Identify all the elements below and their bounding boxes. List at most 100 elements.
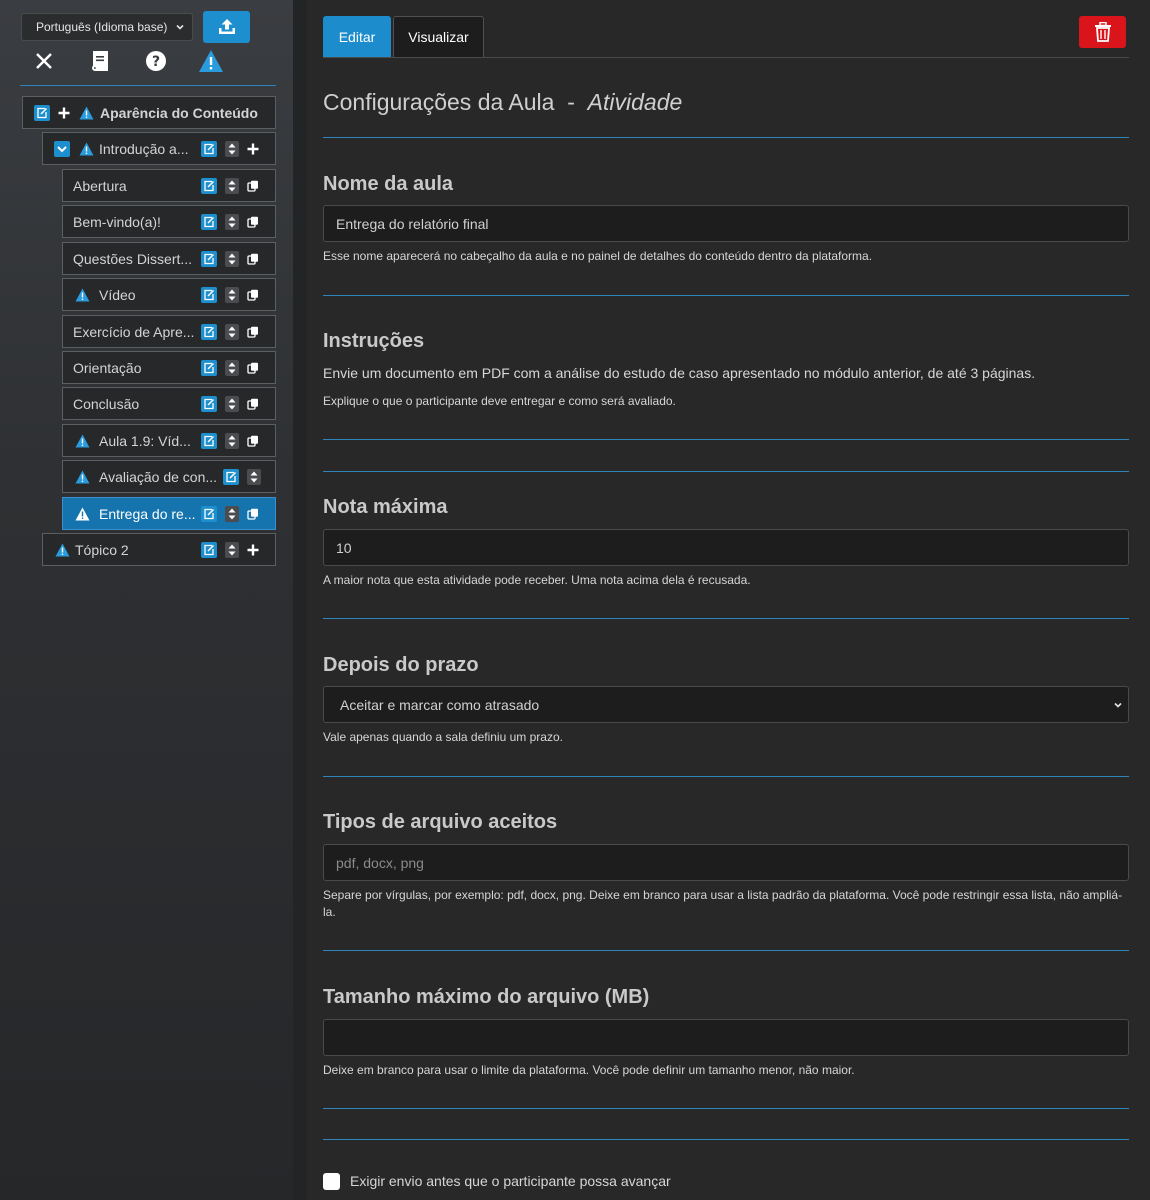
lesson-name-help: Esse nome aparecerá no cabeçalho da aula… xyxy=(323,249,873,263)
edit-icon xyxy=(204,143,215,155)
edit-icon xyxy=(204,289,215,301)
tree-item-lesson[interactable]: Vídeo xyxy=(62,278,276,311)
tree-item-lesson[interactable]: Abertura xyxy=(62,169,276,202)
edit-button[interactable] xyxy=(34,105,50,121)
file-types-input[interactable]: pdf, docx, png xyxy=(323,844,1129,881)
edit-button[interactable] xyxy=(201,141,217,157)
tree-item-lesson[interactable]: Exercício de Apre... xyxy=(62,315,276,348)
edit-button[interactable] xyxy=(201,178,217,194)
collapse-button[interactable] xyxy=(54,141,70,157)
max-size-input[interactable] xyxy=(323,1019,1129,1056)
max-grade-help: A maior nota que esta atividade pode rec… xyxy=(323,573,751,587)
tree-item-root[interactable]: Aparência do Conteúdo xyxy=(22,96,276,129)
duplicate-button[interactable] xyxy=(245,396,261,412)
edit-button[interactable] xyxy=(201,506,217,522)
tree-item-label: Bem-vindo(a)! xyxy=(73,213,161,230)
after-deadline-select[interactable]: Aceitar e marcar como atrasado xyxy=(323,686,1129,723)
reorder-button[interactable] xyxy=(224,360,240,376)
warning-icon xyxy=(74,469,90,485)
reorder-button[interactable] xyxy=(224,178,240,194)
sort-icon xyxy=(250,471,258,483)
tree-item-label: Entrega do re... xyxy=(99,505,196,522)
duplicate-button[interactable] xyxy=(245,324,261,340)
page-title: Configurações da Aula - Atividade xyxy=(323,89,682,116)
edit-button[interactable] xyxy=(223,469,239,485)
instructions-help: Explique o que o participante deve entre… xyxy=(323,394,676,408)
edit-icon xyxy=(204,508,215,520)
chevron-down-icon xyxy=(176,24,184,30)
tree-item-lesson[interactable]: Orientação xyxy=(62,351,276,384)
duplicate-button[interactable] xyxy=(245,214,261,230)
sort-icon xyxy=(228,362,236,374)
reorder-button[interactable] xyxy=(224,251,240,267)
warning-icon xyxy=(78,141,94,157)
book-button[interactable] xyxy=(85,46,115,76)
tree-item-lesson-selected[interactable]: Entrega do re... xyxy=(62,497,276,530)
tree-item-topic[interactable]: Tópico 2 xyxy=(42,533,276,566)
reorder-button[interactable] xyxy=(224,214,240,230)
max-size-help: Deixe em branco para usar o limite da pl… xyxy=(323,1063,855,1077)
lesson-name-input[interactable]: Entrega do relatório final xyxy=(323,205,1129,242)
add-button[interactable] xyxy=(56,105,72,121)
book-icon xyxy=(92,51,108,71)
tree-item-lesson[interactable]: Avaliação de con... xyxy=(62,460,276,493)
require-submit-checkbox[interactable] xyxy=(323,1173,340,1190)
instructions-editor[interactable]: Envie um documento em PDF com a análise … xyxy=(323,365,1035,381)
reorder-button[interactable] xyxy=(224,396,240,412)
warning-icon xyxy=(74,506,90,522)
question-icon: ? xyxy=(146,51,166,71)
close-icon xyxy=(36,53,52,69)
edit-button[interactable] xyxy=(201,396,217,412)
edit-button[interactable] xyxy=(201,360,217,376)
upload-button[interactable] xyxy=(203,11,250,43)
tree-item-lesson[interactable]: Bem-vindo(a)! xyxy=(62,205,276,238)
duplicate-button[interactable] xyxy=(245,360,261,376)
tree-item-topic[interactable]: Introdução a... xyxy=(42,132,276,165)
reorder-button[interactable] xyxy=(224,141,240,157)
close-button[interactable] xyxy=(29,46,59,76)
duplicate-button[interactable] xyxy=(245,287,261,303)
edit-button[interactable] xyxy=(201,287,217,303)
tree-item-label: Aula 1.9: Víd... xyxy=(99,432,191,449)
file-types-help: Separe por vírgulas, por exemplo: pdf, d… xyxy=(323,888,1123,919)
tree-item-label: Tópico 2 xyxy=(75,541,129,558)
sort-icon xyxy=(228,398,236,410)
reorder-button[interactable] xyxy=(246,469,262,485)
edit-button[interactable] xyxy=(201,324,217,340)
reorder-button[interactable] xyxy=(224,506,240,522)
add-button[interactable] xyxy=(245,542,261,558)
delete-button[interactable] xyxy=(1079,16,1126,48)
edit-button[interactable] xyxy=(201,251,217,267)
duplicate-button[interactable] xyxy=(245,506,261,522)
sort-icon xyxy=(228,143,236,155)
tab-edit[interactable]: Editar xyxy=(323,16,391,57)
max-grade-input[interactable]: 10 xyxy=(323,529,1129,566)
tab-view[interactable]: Visualizar xyxy=(393,16,484,57)
tree-item-lesson[interactable]: Questões Dissert... xyxy=(62,242,276,275)
warning-icon xyxy=(54,542,70,558)
help-button[interactable]: ? xyxy=(141,46,171,76)
duplicate-button[interactable] xyxy=(245,251,261,267)
tree-item-lesson[interactable]: Aula 1.9: Víd... xyxy=(62,424,276,457)
require-submit-label: Exigir envio antes que o participante po… xyxy=(350,1173,671,1189)
duplicate-button[interactable] xyxy=(245,433,261,449)
file-types-label: Tipos de arquivo aceitos xyxy=(323,811,558,833)
warnings-button[interactable] xyxy=(196,46,226,76)
page-title-main: Configurações da Aula xyxy=(323,89,555,115)
reorder-button[interactable] xyxy=(224,542,240,558)
language-select[interactable]: Português (Idioma base) xyxy=(21,13,193,41)
reorder-button[interactable] xyxy=(224,287,240,303)
add-button[interactable] xyxy=(245,141,261,157)
edit-button[interactable] xyxy=(201,542,217,558)
edit-button[interactable] xyxy=(201,214,217,230)
section-divider xyxy=(323,439,1129,440)
reorder-button[interactable] xyxy=(224,433,240,449)
reorder-button[interactable] xyxy=(224,324,240,340)
section-divider xyxy=(323,950,1129,951)
edit-button[interactable] xyxy=(201,433,217,449)
instructions-label: Instruções xyxy=(323,330,425,352)
duplicate-button[interactable] xyxy=(245,178,261,194)
edit-icon xyxy=(226,471,237,483)
tree-item-lesson[interactable]: Conclusão xyxy=(62,387,276,420)
section-divider xyxy=(323,137,1129,138)
